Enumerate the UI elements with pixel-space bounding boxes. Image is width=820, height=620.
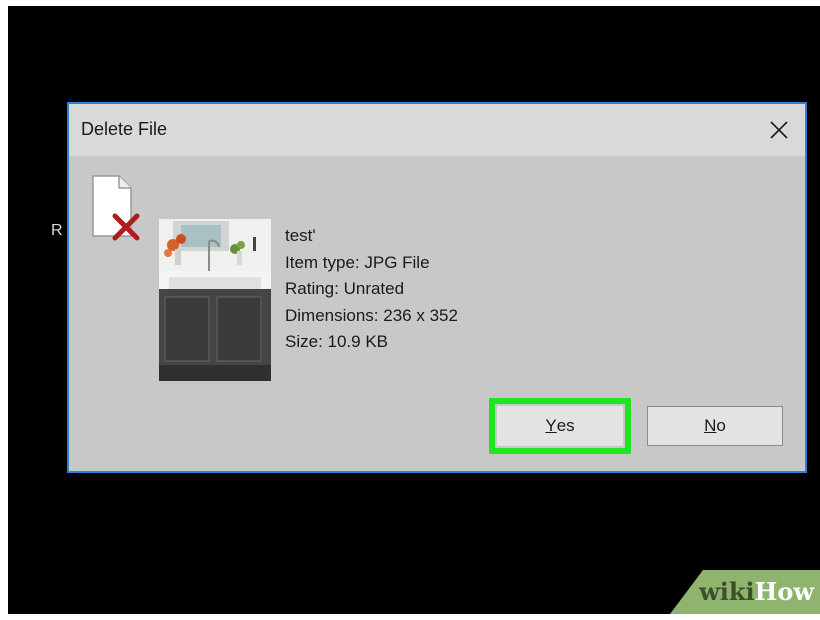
background-partial-text: R xyxy=(51,222,63,239)
close-icon xyxy=(770,121,788,139)
file-info: test' Item type: JPG File Rating: Unrate… xyxy=(285,223,458,356)
no-mnemonic: N xyxy=(704,416,717,435)
file-dimensions: Dimensions: 236 x 352 xyxy=(285,305,458,325)
yes-mnemonic: Y xyxy=(545,416,557,435)
no-button[interactable]: No xyxy=(647,406,783,446)
yes-label-rest: es xyxy=(556,416,575,435)
watermark-text: wikiHow xyxy=(699,577,814,606)
watermark-how: How xyxy=(754,577,814,606)
kitchen-sink-photo xyxy=(159,219,271,381)
no-label-rest: o xyxy=(716,416,726,435)
file-rating: Rating: Unrated xyxy=(285,279,405,298)
delete-file-dialog: Delete File test' Item type: JPG File Ra… xyxy=(67,102,807,473)
dialog-titlebar[interactable]: Delete File xyxy=(69,104,805,156)
file-size: Size: 10.9 KB xyxy=(285,332,389,351)
file-thumbnail xyxy=(159,219,271,381)
file-item-type: Item type: JPG File xyxy=(285,252,430,272)
file-name: test' xyxy=(285,226,316,245)
wikihow-watermark: wikiHow xyxy=(670,570,820,614)
dialog-title: Delete File xyxy=(81,119,168,139)
dialog-content: test' Item type: JPG File Rating: Unrate… xyxy=(69,156,805,471)
desktop-background: R Delete File test' Item type: JPG File … xyxy=(8,6,820,614)
yes-button[interactable]: Yes xyxy=(489,398,631,454)
file-delete-icon xyxy=(92,175,140,241)
watermark-wiki: wiki xyxy=(699,577,755,606)
close-button[interactable] xyxy=(753,104,805,156)
